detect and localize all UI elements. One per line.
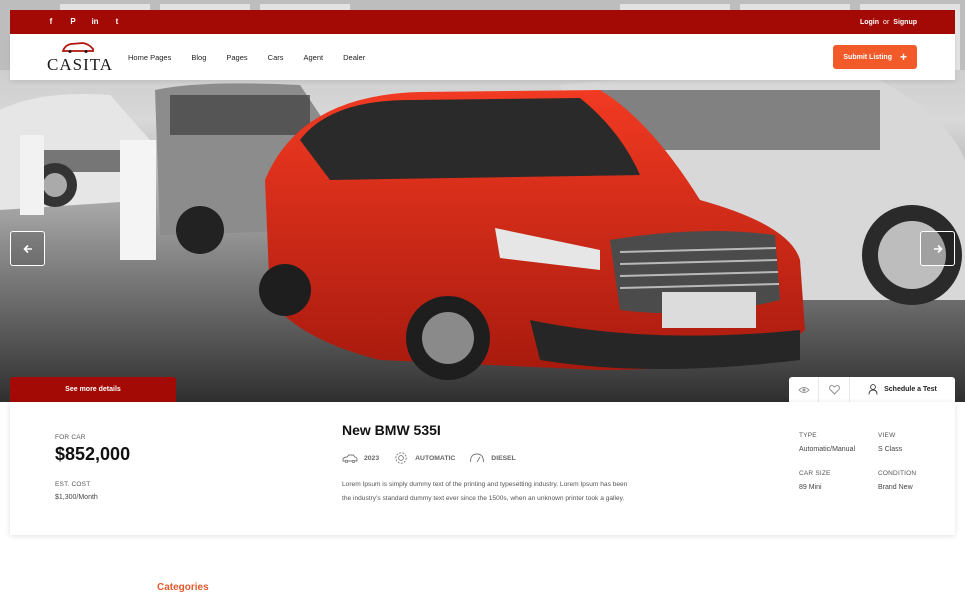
meta-condition: CONDITION Brand New	[878, 470, 916, 491]
auth-separator: or	[883, 18, 890, 26]
nav-item-blog[interactable]: Blog	[191, 53, 206, 62]
nav-item-dealer[interactable]: Dealer	[343, 53, 365, 62]
auth-links: Login or Signup	[860, 19, 917, 26]
brand-name: CASITA	[47, 55, 114, 74]
meta-view: VIEW S Class	[878, 432, 902, 453]
listing-price: $852,000	[55, 444, 131, 464]
linkedin-icon[interactable]: in	[90, 17, 100, 27]
spec-fuel: DIESEL	[469, 453, 516, 463]
favorite-button[interactable]	[819, 377, 850, 402]
meta-type-label: TYPE	[799, 432, 817, 439]
spec-list: 2023 AUTOMATIC DIESEL	[342, 450, 632, 466]
listing-title[interactable]: New BMW 535I	[342, 422, 632, 438]
est-cost-value: $1,300/Month	[55, 494, 98, 501]
meta-type-value: Automatic/Manual	[799, 446, 856, 453]
schedule-test-button[interactable]: Schedule a Test	[850, 377, 955, 402]
nav-item-cars[interactable]: Cars	[268, 53, 284, 62]
slider-next-button[interactable]	[920, 231, 955, 266]
arrow-left-icon	[22, 244, 32, 253]
person-icon	[868, 384, 878, 395]
listing-actions: Schedule a Test	[789, 377, 955, 402]
meta-type: TYPE Automatic/Manual	[799, 432, 855, 453]
signup-link[interactable]: Signup	[893, 19, 917, 26]
view-button[interactable]	[789, 377, 819, 402]
spec-fuel-text: DIESEL	[491, 454, 516, 462]
facebook-icon[interactable]: f	[46, 17, 56, 27]
schedule-test-label: Schedule a Test	[884, 386, 937, 393]
see-more-label: See more details	[65, 386, 121, 393]
plus-icon: +	[899, 50, 907, 64]
est-cost-label: EST. COST	[55, 481, 91, 488]
top-bar: f P in t Login or Signup	[10, 10, 955, 34]
nav-menu: Home Pages Blog Pages Cars Agent Dealer	[128, 53, 833, 62]
for-car-label: FOR CAR	[55, 434, 86, 441]
twitter-icon[interactable]: t	[112, 17, 122, 27]
meta-car-size-value: 89 Mini	[799, 484, 822, 491]
submit-listing-button[interactable]: Submit Listing +	[833, 45, 917, 69]
meta-view-value: S Class	[878, 446, 903, 453]
nav-item-home-pages[interactable]: Home Pages	[128, 53, 171, 62]
car-logo-icon	[61, 42, 94, 53]
social-links: f P in t	[46, 17, 122, 27]
nav-item-pages[interactable]: Pages	[226, 53, 247, 62]
meta-view-label: VIEW	[878, 432, 896, 439]
nav-item-agent[interactable]: Agent	[304, 53, 324, 62]
meta-condition-value: Brand New	[878, 484, 913, 491]
eye-icon	[797, 386, 810, 393]
meta-car-size-label: CAR SIZE	[799, 470, 831, 477]
listing-summary: New BMW 535I 2023 AUTOMATIC DIESEL Lorem…	[342, 422, 632, 506]
categories-heading: Categories	[157, 582, 209, 593]
brand-logo[interactable]: CASITA	[47, 39, 112, 75]
fuel-icon	[470, 453, 485, 463]
spec-year-text: 2023	[364, 454, 380, 462]
meta-condition-label: CONDITION	[878, 470, 917, 477]
submit-listing-label: Submit Listing	[843, 53, 892, 61]
spec-year: 2023	[342, 454, 379, 463]
gear-icon	[395, 452, 407, 464]
login-link[interactable]: Login	[860, 19, 879, 26]
slider-prev-button[interactable]	[10, 231, 45, 266]
spec-transmission-text: AUTOMATIC	[415, 454, 456, 462]
car-icon	[342, 454, 358, 463]
spec-transmission: AUTOMATIC	[393, 450, 455, 466]
pinterest-icon[interactable]: P	[68, 17, 78, 27]
heart-icon	[828, 384, 840, 395]
price-block: FOR CAR $852,000 EST. COST $1,300/Month	[55, 434, 130, 501]
listing-description: Lorem Ipsum is simply dummy text of the …	[342, 481, 628, 502]
meta-car-size: CAR SIZE 89 Mini	[799, 470, 831, 491]
see-more-details-button[interactable]: See more details	[10, 377, 176, 402]
main-navbar: CASITA Home Pages Blog Pages Cars Agent …	[10, 34, 955, 80]
arrow-right-icon	[933, 244, 943, 253]
listing-details-card: FOR CAR $852,000 EST. COST $1,300/Month …	[10, 402, 955, 535]
